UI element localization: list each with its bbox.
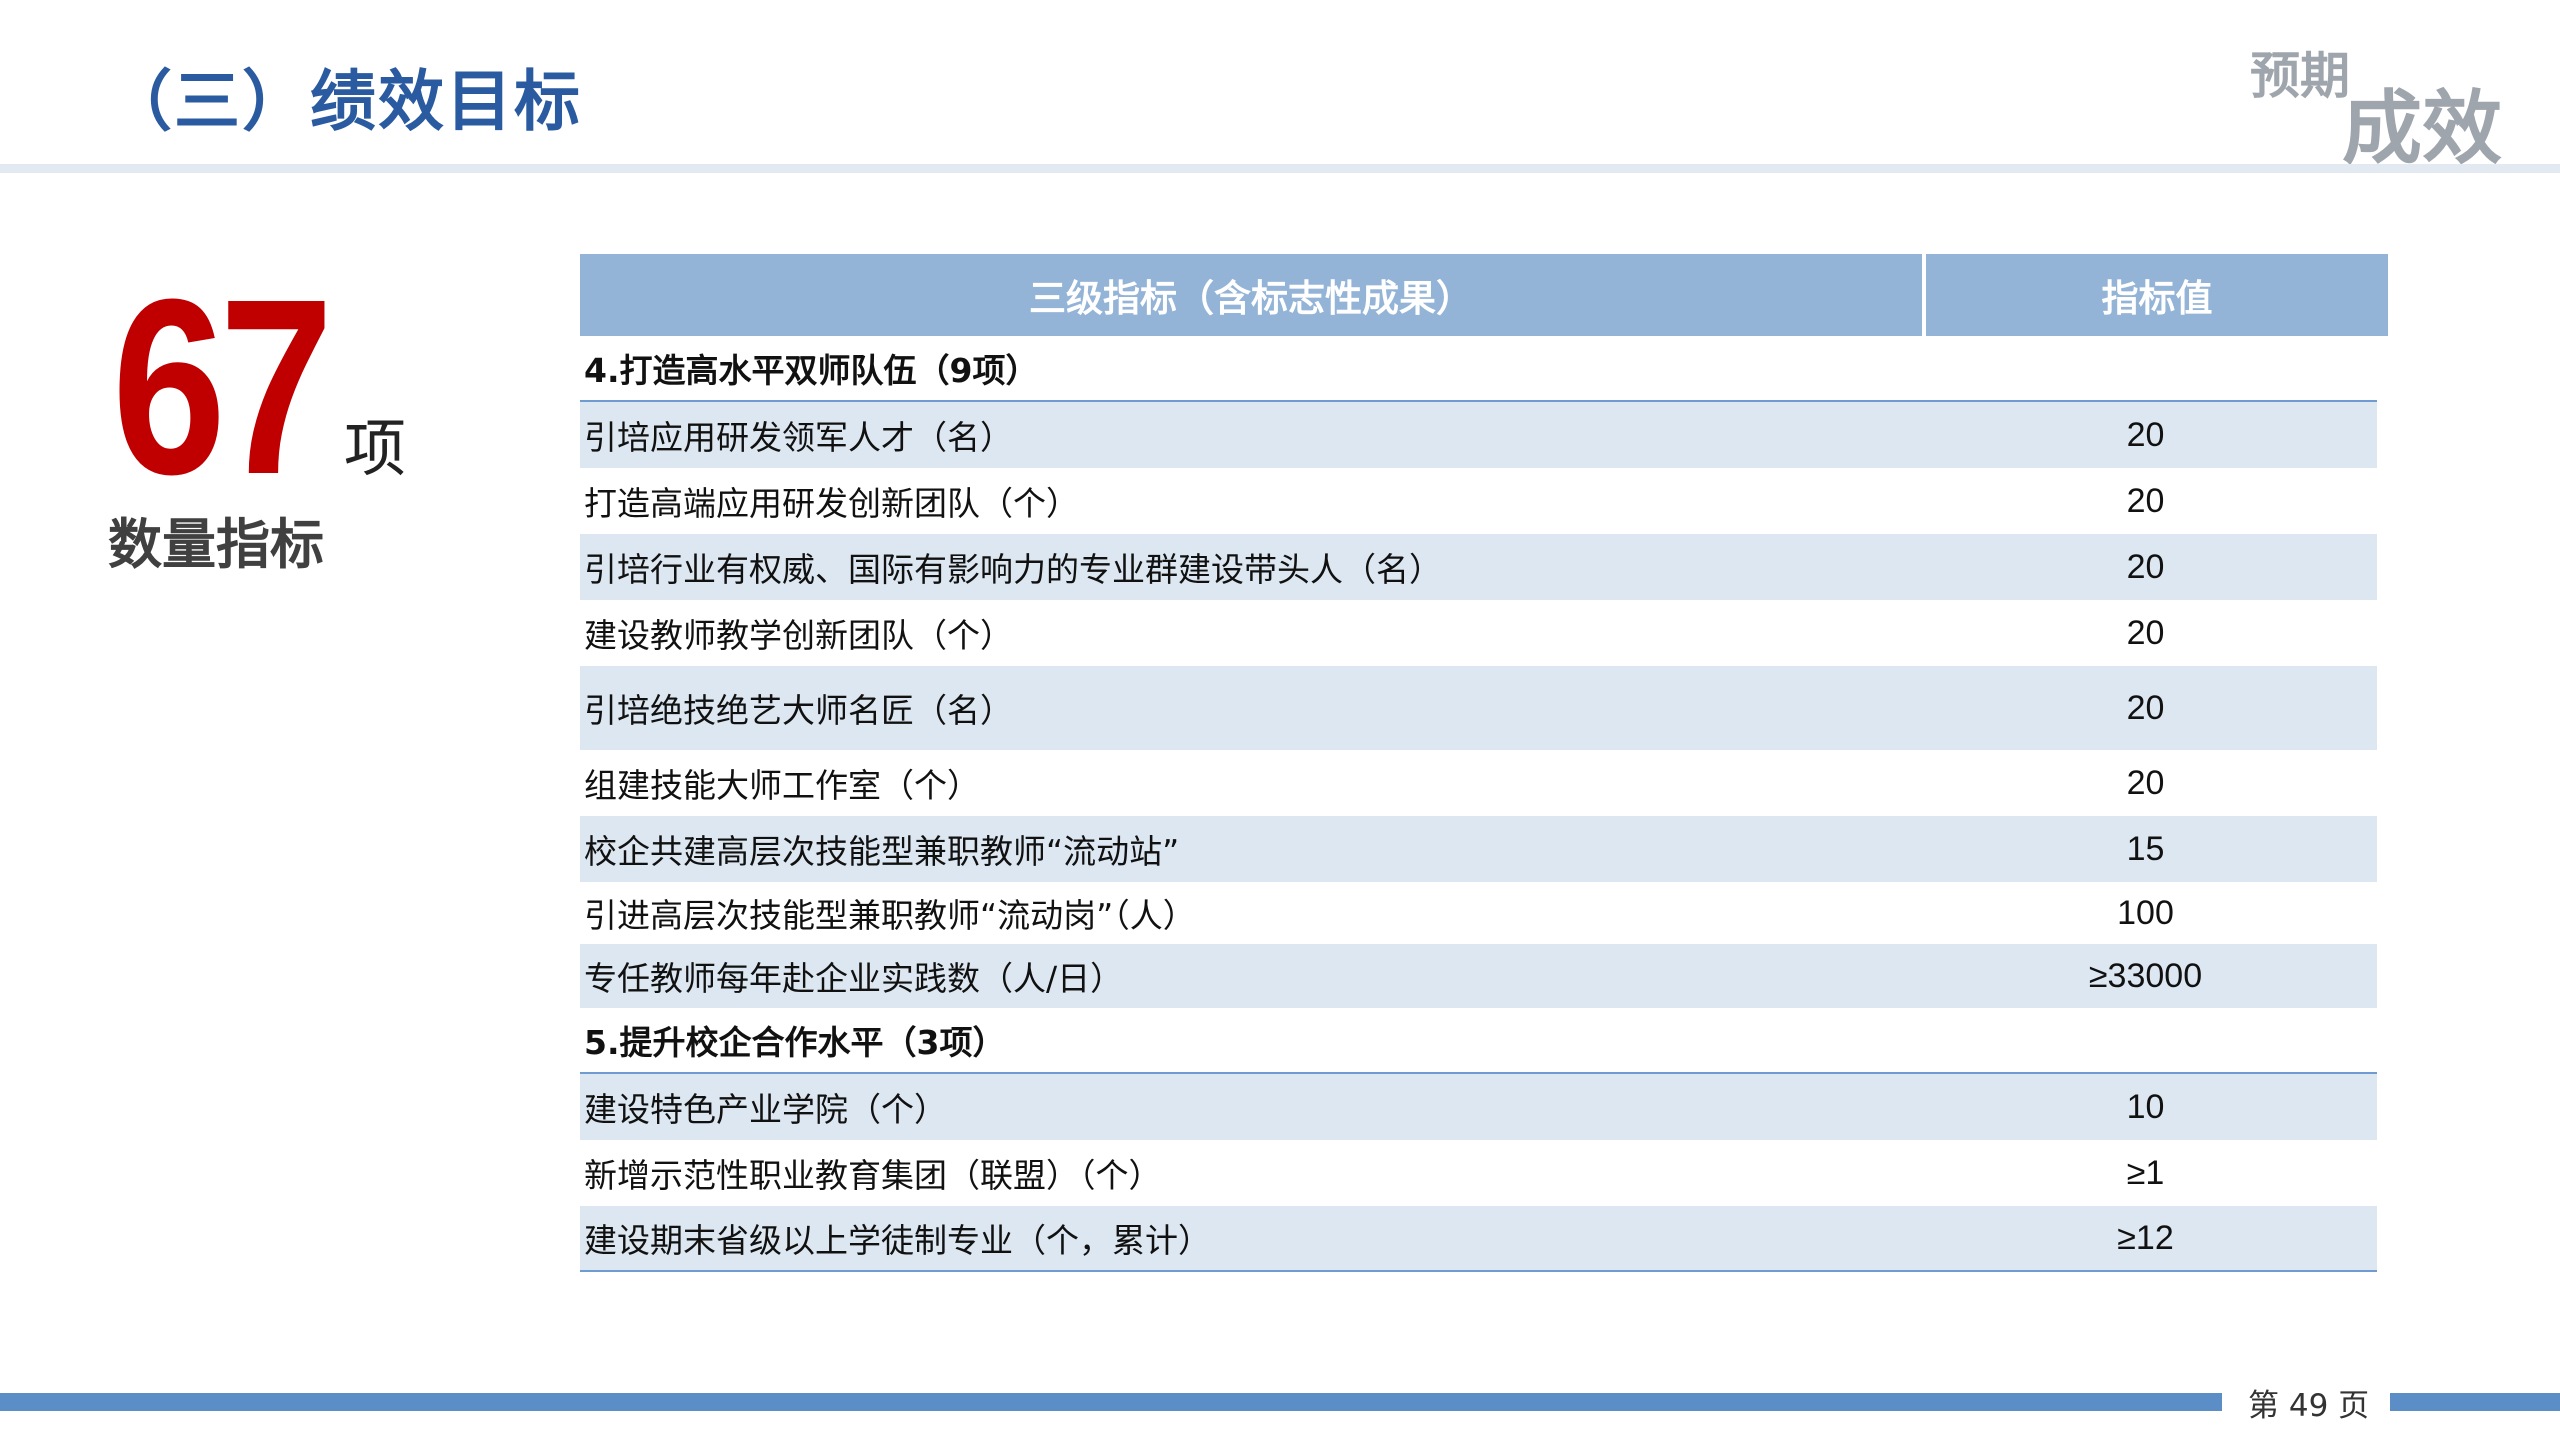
- indicator-name: 建设期末省级以上学徒制专业（个，累计）: [584, 1221, 1211, 1260]
- indicator-value: 15: [2126, 829, 2165, 868]
- table-row: 引培绝技绝艺大师名匠（名） 20: [580, 666, 2377, 750]
- indicator-value: ≥1: [2126, 1153, 2165, 1192]
- indicator-value: 10: [2126, 1087, 2165, 1126]
- indicator-value: 20: [2126, 547, 2165, 586]
- logo-line-2: 成效: [2342, 82, 2502, 175]
- table-row: 专任教师每年赴企业实践数（人/日） ≥33000: [580, 944, 2377, 1008]
- indicator-name: 建设教师教学创新团队（个）: [584, 616, 1013, 655]
- section-heading: 5.提升校企合作水平（3项）: [580, 1008, 2377, 1074]
- section-title: 5.提升校企合作水平（3项）: [584, 1023, 1006, 1062]
- table-row: 新增示范性职业教育集团（联盟）（个） ≥1: [580, 1140, 2377, 1206]
- indicator-value: 20: [2126, 613, 2165, 652]
- indicator-name: 引培应用研发领军人才（名）: [584, 418, 1013, 457]
- indicator-name: 打造高端应用研发创新团队（个）: [584, 484, 1079, 523]
- table-row: 组建技能大师工作室（个） 20: [580, 750, 2377, 816]
- indicator-name: 建设特色产业学院（个）: [584, 1090, 947, 1129]
- logo-line-1: 预期: [2250, 47, 2350, 105]
- indicator-value: 20: [2126, 763, 2165, 802]
- expected-results-logo: 预期 成效: [2250, 30, 2510, 175]
- indicator-value: 20: [2126, 481, 2165, 520]
- indicator-name: 引进高层次技能型兼职教师“流动岗”（人）: [584, 896, 1196, 935]
- indicator-count: 67: [112, 247, 333, 526]
- page-title: （三）绩效目标: [106, 63, 582, 140]
- page-number: 第 49 页: [2248, 1388, 2370, 1424]
- table-row: 打造高端应用研发创新团队（个） 20: [580, 468, 2377, 534]
- indicator-table: 三级指标（含标志性成果） 指标值 4.打造高水平双师队伍（9项） 引培应用研发领…: [580, 254, 2388, 1272]
- header-divider: [0, 164, 2560, 173]
- indicator-name: 组建技能大师工作室（个）: [584, 766, 980, 805]
- header-value: 指标值: [1926, 254, 2388, 336]
- indicator-value: 20: [2126, 688, 2165, 727]
- indicator-value: ≥12: [2117, 1218, 2174, 1257]
- table-row: 建设特色产业学院（个） 10: [580, 1074, 2377, 1140]
- table-row: 引培行业有权威、国际有影响力的专业群建设带头人（名） 20: [580, 534, 2377, 600]
- table-row: 建设期末省级以上学徒制专业（个，累计） ≥12: [580, 1206, 2377, 1272]
- header-indicator: 三级指标（含标志性成果）: [580, 254, 1922, 336]
- table-row: 引进高层次技能型兼职教师“流动岗”（人） 100: [580, 882, 2377, 944]
- indicator-name: 校企共建高层次技能型兼职教师“流动站”: [584, 832, 1180, 871]
- section-heading: 4.打造高水平双师队伍（9项）: [580, 336, 2377, 402]
- section-title: 4.打造高水平双师队伍（9项）: [584, 351, 1039, 390]
- indicator-name: 新增示范性职业教育集团（联盟）（个）: [584, 1156, 1162, 1195]
- table-header: 三级指标（含标志性成果） 指标值: [580, 254, 2388, 336]
- indicator-count-unit: 项: [344, 412, 407, 485]
- table-row: 引培应用研发领军人才（名） 20: [580, 402, 2377, 468]
- table-row: 建设教师教学创新团队（个） 20: [580, 600, 2377, 666]
- indicator-value: ≥33000: [2088, 956, 2203, 995]
- footer-bar-left: [0, 1393, 2222, 1411]
- indicator-value: 20: [2126, 415, 2165, 454]
- footer-bar-right: [2390, 1393, 2560, 1411]
- table-row: 校企共建高层次技能型兼职教师“流动站” 15: [580, 816, 2377, 882]
- indicator-value: 100: [2117, 893, 2174, 932]
- indicator-name: 专任教师每年赴企业实践数（人/日）: [584, 959, 1124, 998]
- slide: （三）绩效目标 预期 成效 67 项 数量指标 三级指标（含标志性成果） 指标值…: [0, 0, 2560, 1440]
- indicator-count-label: 数量指标: [108, 513, 324, 576]
- indicator-name: 引培行业有权威、国际有影响力的专业群建设带头人（名）: [584, 550, 1442, 589]
- indicator-name: 引培绝技绝艺大师名匠（名）: [584, 691, 1013, 730]
